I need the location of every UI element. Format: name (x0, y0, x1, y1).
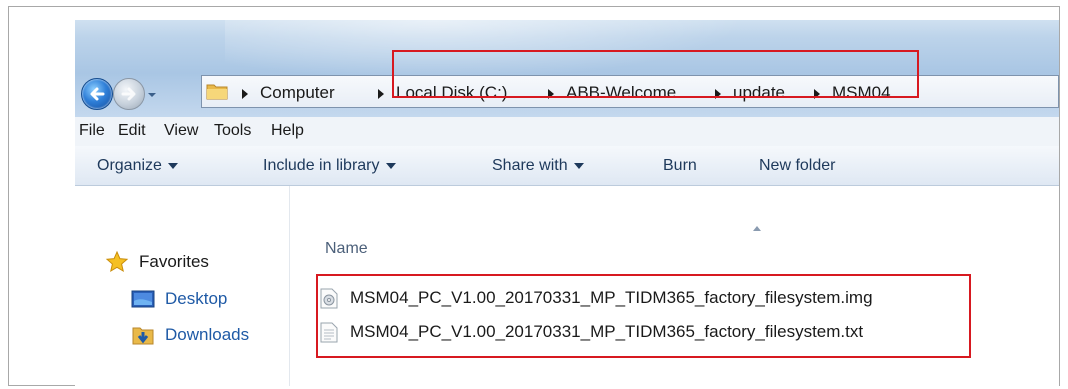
column-header-name[interactable]: Name (325, 240, 368, 258)
back-arrow-icon (90, 87, 105, 101)
menu-file[interactable]: File (79, 122, 105, 140)
chevron-down-icon (385, 162, 396, 169)
nav-item-label: Favorites (139, 252, 209, 271)
menu-bar: File Edit View Tools Help (75, 117, 1059, 147)
breadcrumb-separator-icon[interactable] (242, 89, 248, 99)
share-with-label: Share with (492, 157, 568, 174)
back-button[interactable] (81, 78, 113, 110)
forward-button[interactable] (113, 78, 145, 110)
new-folder-button[interactable]: New folder (759, 157, 835, 175)
explorer-window: Computer Local Disk (C:) ABB-Welcome upd… (75, 20, 1059, 386)
breadcrumb-computer[interactable]: Computer (260, 83, 335, 103)
chevron-down-icon (573, 162, 584, 169)
breadcrumb-separator-icon[interactable] (378, 89, 384, 99)
forward-arrow-icon (121, 87, 136, 101)
star-icon (105, 250, 129, 273)
address-highlight-box (392, 50, 919, 98)
recent-pages-dropdown-icon[interactable] (147, 90, 157, 100)
nav-item-label: Desktop (165, 289, 228, 308)
command-toolbar: Organize Include in library Share with B… (75, 146, 1059, 186)
navigation-pane: Favorites Desktop Downloads (75, 186, 290, 386)
burn-button[interactable]: Burn (663, 157, 697, 175)
menu-tools[interactable]: Tools (214, 122, 251, 140)
downloads-folder-icon (132, 327, 154, 345)
menu-help[interactable]: Help (271, 122, 304, 140)
include-in-library-label: Include in library (263, 157, 380, 174)
chevron-down-icon (167, 162, 178, 169)
share-with-button[interactable]: Share with (492, 157, 584, 175)
organize-label: Organize (97, 157, 162, 174)
nav-item-label: Downloads (165, 325, 250, 344)
menu-edit[interactable]: Edit (118, 122, 146, 140)
files-highlight-box (316, 274, 971, 358)
desktop-icon (131, 290, 155, 308)
sort-ascending-icon (753, 226, 761, 231)
menu-view[interactable]: View (164, 122, 198, 140)
organize-button[interactable]: Organize (97, 157, 178, 175)
include-in-library-button[interactable]: Include in library (263, 157, 396, 175)
folder-icon (206, 84, 228, 100)
